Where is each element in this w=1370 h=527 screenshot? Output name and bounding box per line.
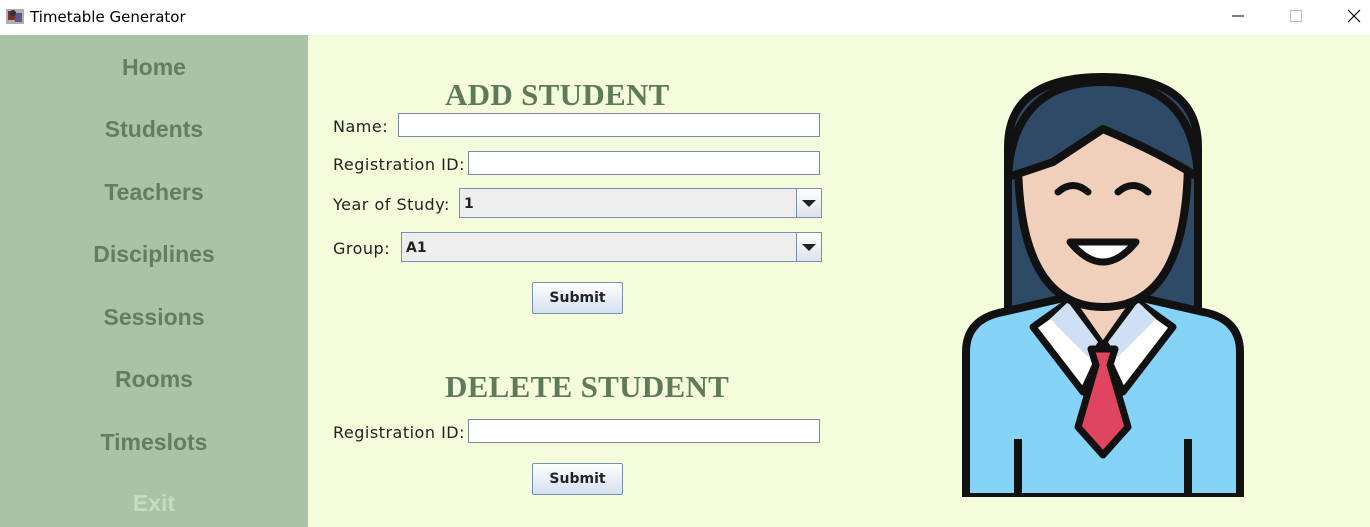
add-student-submit-button[interactable]: Submit [532, 282, 623, 314]
sidebar-item-rooms[interactable]: Rooms [0, 359, 308, 399]
chevron-down-icon[interactable] [796, 233, 821, 261]
group-value: A1 [406, 240, 427, 256]
sidebar-item-home[interactable]: Home [0, 47, 308, 87]
sidebar-item-students[interactable]: Students [0, 109, 308, 149]
maximize-button[interactable] [1267, 0, 1325, 32]
delete-student-submit-button[interactable]: Submit [532, 463, 623, 495]
sidebar-item-timeslots[interactable]: Timeslots [0, 422, 308, 462]
window-title: Timetable Generator [30, 8, 186, 26]
sidebar-item-exit[interactable]: Exit [0, 483, 308, 523]
year-of-study-select[interactable]: 1 [459, 188, 822, 218]
sidebar-nav: Home Students Teachers Disciplines Sessi… [0, 35, 308, 527]
close-icon [1347, 9, 1361, 23]
java-app-icon [6, 9, 24, 24]
delete-registration-id-field[interactable] [468, 419, 820, 443]
add-student-title: ADD STUDENT [445, 77, 670, 112]
year-of-study-value: 1 [464, 196, 474, 212]
name-label: Name: [333, 117, 389, 136]
group-select[interactable]: A1 [401, 232, 822, 262]
delete-student-title: DELETE STUDENT [445, 369, 730, 404]
registration-id-label: Registration ID: [333, 155, 465, 174]
sidebar-item-teachers[interactable]: Teachers [0, 172, 308, 212]
name-field[interactable] [398, 113, 820, 137]
group-label: Group: [333, 239, 391, 258]
delete-registration-id-label: Registration ID: [333, 423, 465, 442]
maximize-icon [1290, 10, 1302, 22]
sidebar-item-disciplines[interactable]: Disciplines [0, 234, 308, 274]
student-girl-avatar [962, 73, 1244, 497]
chevron-down-icon[interactable] [796, 189, 821, 217]
close-button[interactable] [1325, 0, 1370, 32]
minimize-icon [1232, 15, 1244, 17]
window-titlebar: Timetable Generator [0, 0, 1370, 35]
year-of-study-label: Year of Study: [333, 195, 450, 214]
sidebar-item-sessions[interactable]: Sessions [0, 297, 308, 337]
main-panel: ADD STUDENT Name: Registration ID: Year … [308, 35, 1370, 527]
minimize-button[interactable] [1209, 0, 1267, 32]
registration-id-field[interactable] [468, 151, 820, 175]
